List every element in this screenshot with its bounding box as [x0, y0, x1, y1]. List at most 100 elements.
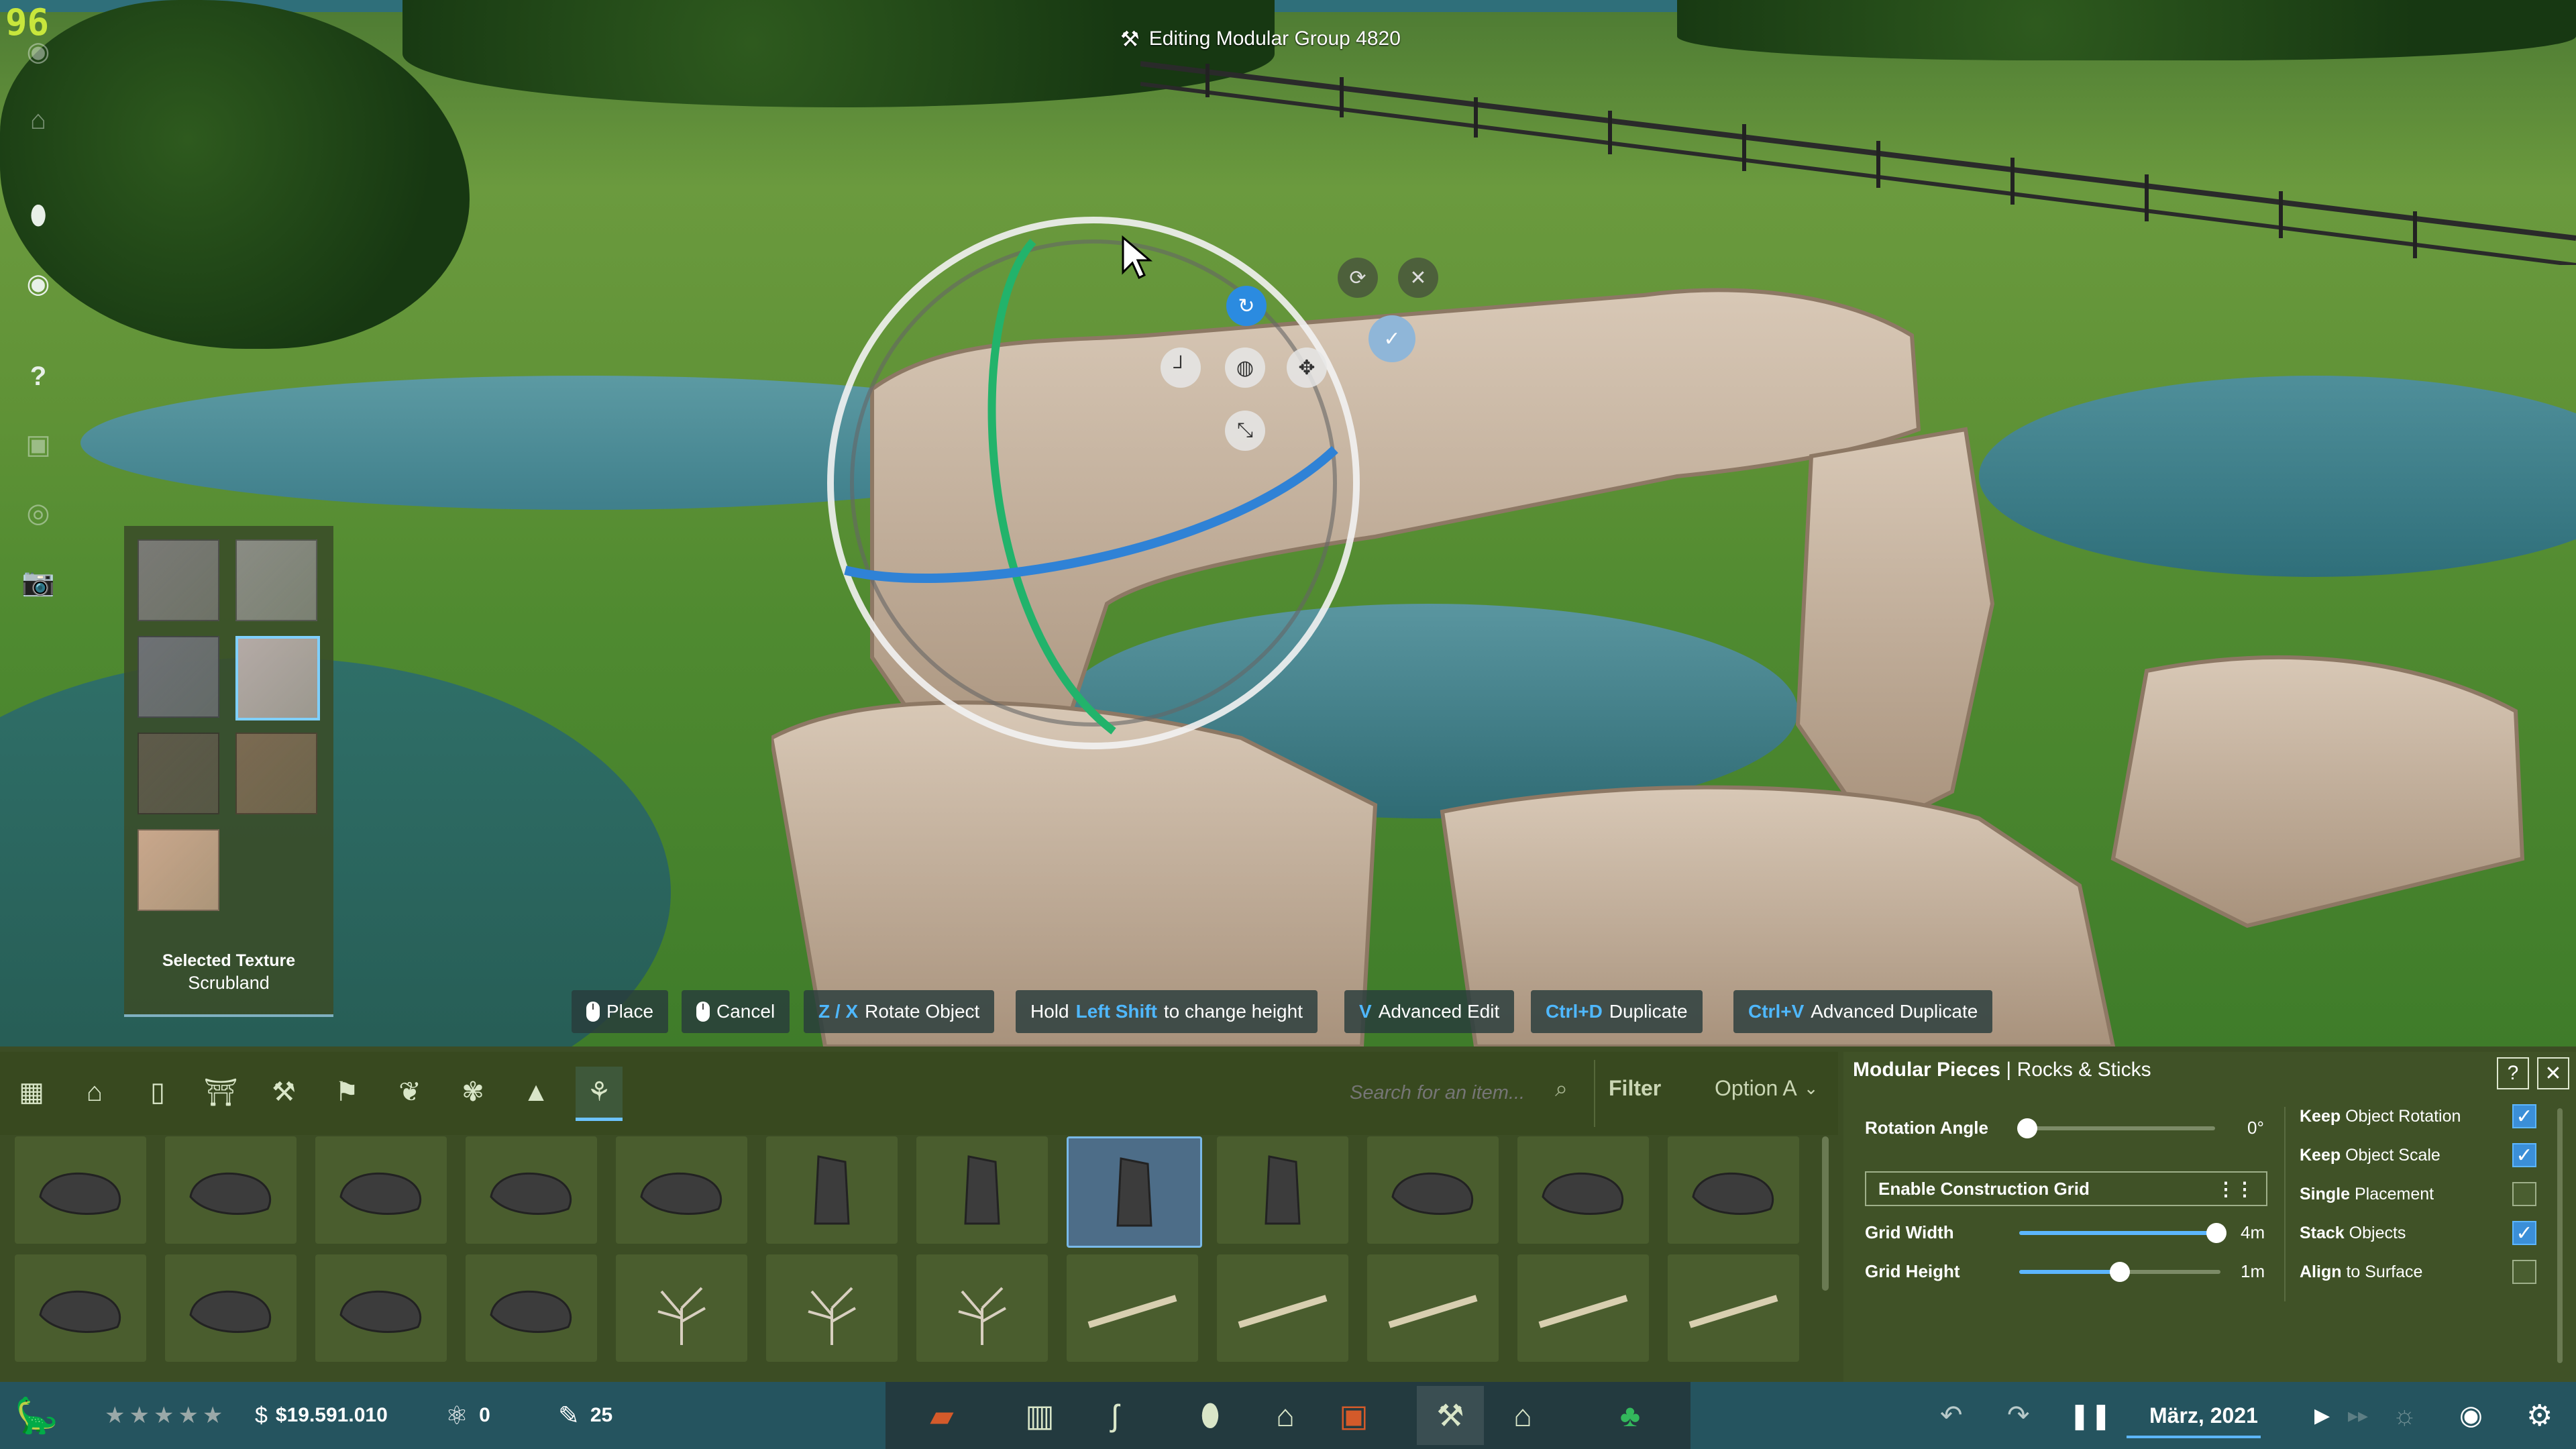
close-icon[interactable]: ✕	[1398, 258, 1438, 298]
build-tools-icon[interactable]: ⚒	[1417, 1386, 1484, 1445]
confirm-check-icon[interactable]: ✓	[1368, 315, 1415, 362]
shelter-icon[interactable]: ⌂	[1489, 1386, 1556, 1445]
texture-swatch[interactable]	[138, 829, 219, 911]
item-tile[interactable]	[1668, 1254, 1799, 1362]
tree-icon[interactable]: ▲	[513, 1067, 559, 1118]
settings-gear-icon[interactable]: ⚙	[2526, 1391, 2553, 1440]
left-tool-1[interactable]: ◉	[19, 32, 58, 71]
game-viewport[interactable]: ↻ ⟳ ✕ ✓ ┘ ◍ ✥ ⤡	[0, 0, 2576, 1046]
modular-scrollbar[interactable]	[2557, 1108, 2563, 1363]
item-tile[interactable]	[766, 1254, 898, 1362]
door-icon[interactable]: ▯	[134, 1067, 181, 1118]
left-tool-7[interactable]: ◎	[19, 494, 58, 533]
help-icon[interactable]: ?	[19, 357, 58, 396]
item-tile[interactable]	[1067, 1254, 1198, 1362]
hint-advanced-duplicate[interactable]: Ctrl+V Advanced Duplicate	[1733, 990, 1993, 1033]
weather-icon[interactable]: ☼	[2392, 1391, 2417, 1440]
item-tile[interactable]	[1367, 1254, 1499, 1362]
hint-place[interactable]: Place	[572, 990, 669, 1033]
item-tile[interactable]	[1517, 1254, 1649, 1362]
option-checkbox[interactable]	[2512, 1182, 2536, 1206]
pause-icon[interactable]: ❚❚	[2069, 1391, 2112, 1440]
item-tile[interactable]	[1217, 1136, 1348, 1244]
item-tile[interactable]	[616, 1136, 747, 1244]
item-tile[interactable]	[1217, 1254, 1348, 1362]
reset-icon[interactable]: ⟳	[1338, 258, 1378, 298]
move-icon[interactable]: ✥	[1287, 347, 1327, 388]
item-tile[interactable]	[1517, 1136, 1649, 1244]
eye-view-icon[interactable]: ◉	[2459, 1391, 2483, 1440]
texture-swatch[interactable]	[235, 733, 317, 814]
item-grid-scrollbar[interactable]	[1822, 1136, 1829, 1291]
search-input[interactable]	[1348, 1072, 1586, 1114]
item-tile[interactable]	[616, 1254, 747, 1362]
item-tile[interactable]	[15, 1136, 146, 1244]
shop-icon[interactable]: ▣	[1320, 1386, 1387, 1445]
filter-button[interactable]: Filter	[1609, 1076, 1661, 1101]
camera-icon[interactable]: 📷	[19, 562, 58, 601]
egg-icon[interactable]: ⬮	[19, 196, 58, 235]
grid-width-slider[interactable]	[2019, 1223, 2226, 1243]
item-tile[interactable]	[916, 1254, 1048, 1362]
item-tile[interactable]	[466, 1254, 597, 1362]
rotate-arc-icon[interactable]: ↻	[1226, 286, 1267, 326]
grid-height-slider[interactable]	[2019, 1262, 2220, 1282]
slider-knob[interactable]	[2017, 1118, 2037, 1138]
house-icon[interactable]: ⌂	[71, 1067, 118, 1118]
hint-cancel[interactable]: Cancel	[682, 990, 790, 1033]
left-tool-2[interactable]: ⌂	[19, 101, 58, 140]
item-tile[interactable]	[466, 1136, 597, 1244]
play-speed-icon[interactable]: ▶	[2314, 1391, 2330, 1440]
texture-swatch[interactable]	[235, 539, 317, 621]
transform-gizmo[interactable]	[818, 208, 1368, 758]
redo-icon[interactable]: ↷	[2007, 1391, 2030, 1440]
option-dropdown[interactable]: Option A ⌄	[1715, 1076, 1819, 1101]
item-tile[interactable]	[916, 1136, 1048, 1244]
bush-icon[interactable]: ⚘	[576, 1067, 623, 1121]
fast-forward-icon[interactable]: ▸▸	[2348, 1391, 2368, 1440]
texture-swatch[interactable]	[138, 733, 219, 814]
option-checkbox[interactable]: ✓	[2512, 1221, 2536, 1245]
gate-icon[interactable]: ⛩	[197, 1067, 244, 1118]
texture-swatch[interactable]	[138, 539, 219, 621]
slider-knob[interactable]	[2206, 1223, 2226, 1243]
hint-rotate[interactable]: Z / X Rotate Object	[804, 990, 995, 1033]
eye-icon[interactable]: ◉	[19, 264, 58, 303]
close-panel-button[interactable]: ✕	[2537, 1057, 2569, 1089]
grid-icon[interactable]: ▦	[8, 1067, 55, 1118]
scale-icon[interactable]: ⤡	[1225, 411, 1265, 451]
sign-icon[interactable]: ⚑	[323, 1067, 370, 1118]
item-tile[interactable]	[15, 1254, 146, 1362]
option-checkbox[interactable]: ✓	[2512, 1143, 2536, 1167]
building-icon[interactable]: ⌂	[1252, 1386, 1319, 1445]
hint-height[interactable]: Hold Left Shift to change height	[1016, 990, 1318, 1033]
globe-icon[interactable]: ◍	[1225, 347, 1265, 388]
hint-duplicate[interactable]: Ctrl+D Duplicate	[1531, 990, 1703, 1033]
left-tool-6[interactable]: ▣	[19, 425, 58, 464]
search-icon[interactable]: ⌕	[1555, 1076, 1568, 1102]
plant-icon[interactable]: ❦	[386, 1067, 433, 1118]
item-tile[interactable]	[1668, 1136, 1799, 1244]
option-checkbox[interactable]: ✓	[2512, 1104, 2536, 1128]
item-tile[interactable]	[766, 1136, 898, 1244]
crane-icon[interactable]: ⚒	[260, 1067, 307, 1118]
item-tile[interactable]	[1367, 1136, 1499, 1244]
item-tile[interactable]	[165, 1136, 297, 1244]
undo-icon[interactable]: ↶	[1940, 1391, 1963, 1440]
slider-knob[interactable]	[2110, 1262, 2130, 1282]
help-button[interactable]: ?	[2497, 1057, 2529, 1089]
texture-swatch[interactable]	[138, 636, 219, 718]
option-checkbox[interactable]	[2512, 1260, 2536, 1284]
egg-icon[interactable]: ⬮	[1177, 1386, 1244, 1445]
dino-icon[interactable]: ʃ	[1081, 1386, 1148, 1445]
tree-icon[interactable]: ♣	[1597, 1386, 1664, 1445]
item-tile[interactable]	[165, 1254, 297, 1362]
hatchery-icon[interactable]: ▰	[908, 1386, 975, 1445]
dino-logo-icon[interactable]: 🦕	[15, 1391, 58, 1440]
snap-corner-icon[interactable]: ┘	[1161, 347, 1201, 388]
hint-advanced-edit[interactable]: V Advanced Edit	[1344, 990, 1515, 1033]
item-tile[interactable]	[315, 1136, 447, 1244]
fence-icon[interactable]: ▥	[1006, 1386, 1073, 1445]
enable-construction-grid-button[interactable]: Enable Construction Grid ⋮⋮	[1865, 1171, 2267, 1206]
texture-swatch[interactable]	[235, 636, 320, 720]
